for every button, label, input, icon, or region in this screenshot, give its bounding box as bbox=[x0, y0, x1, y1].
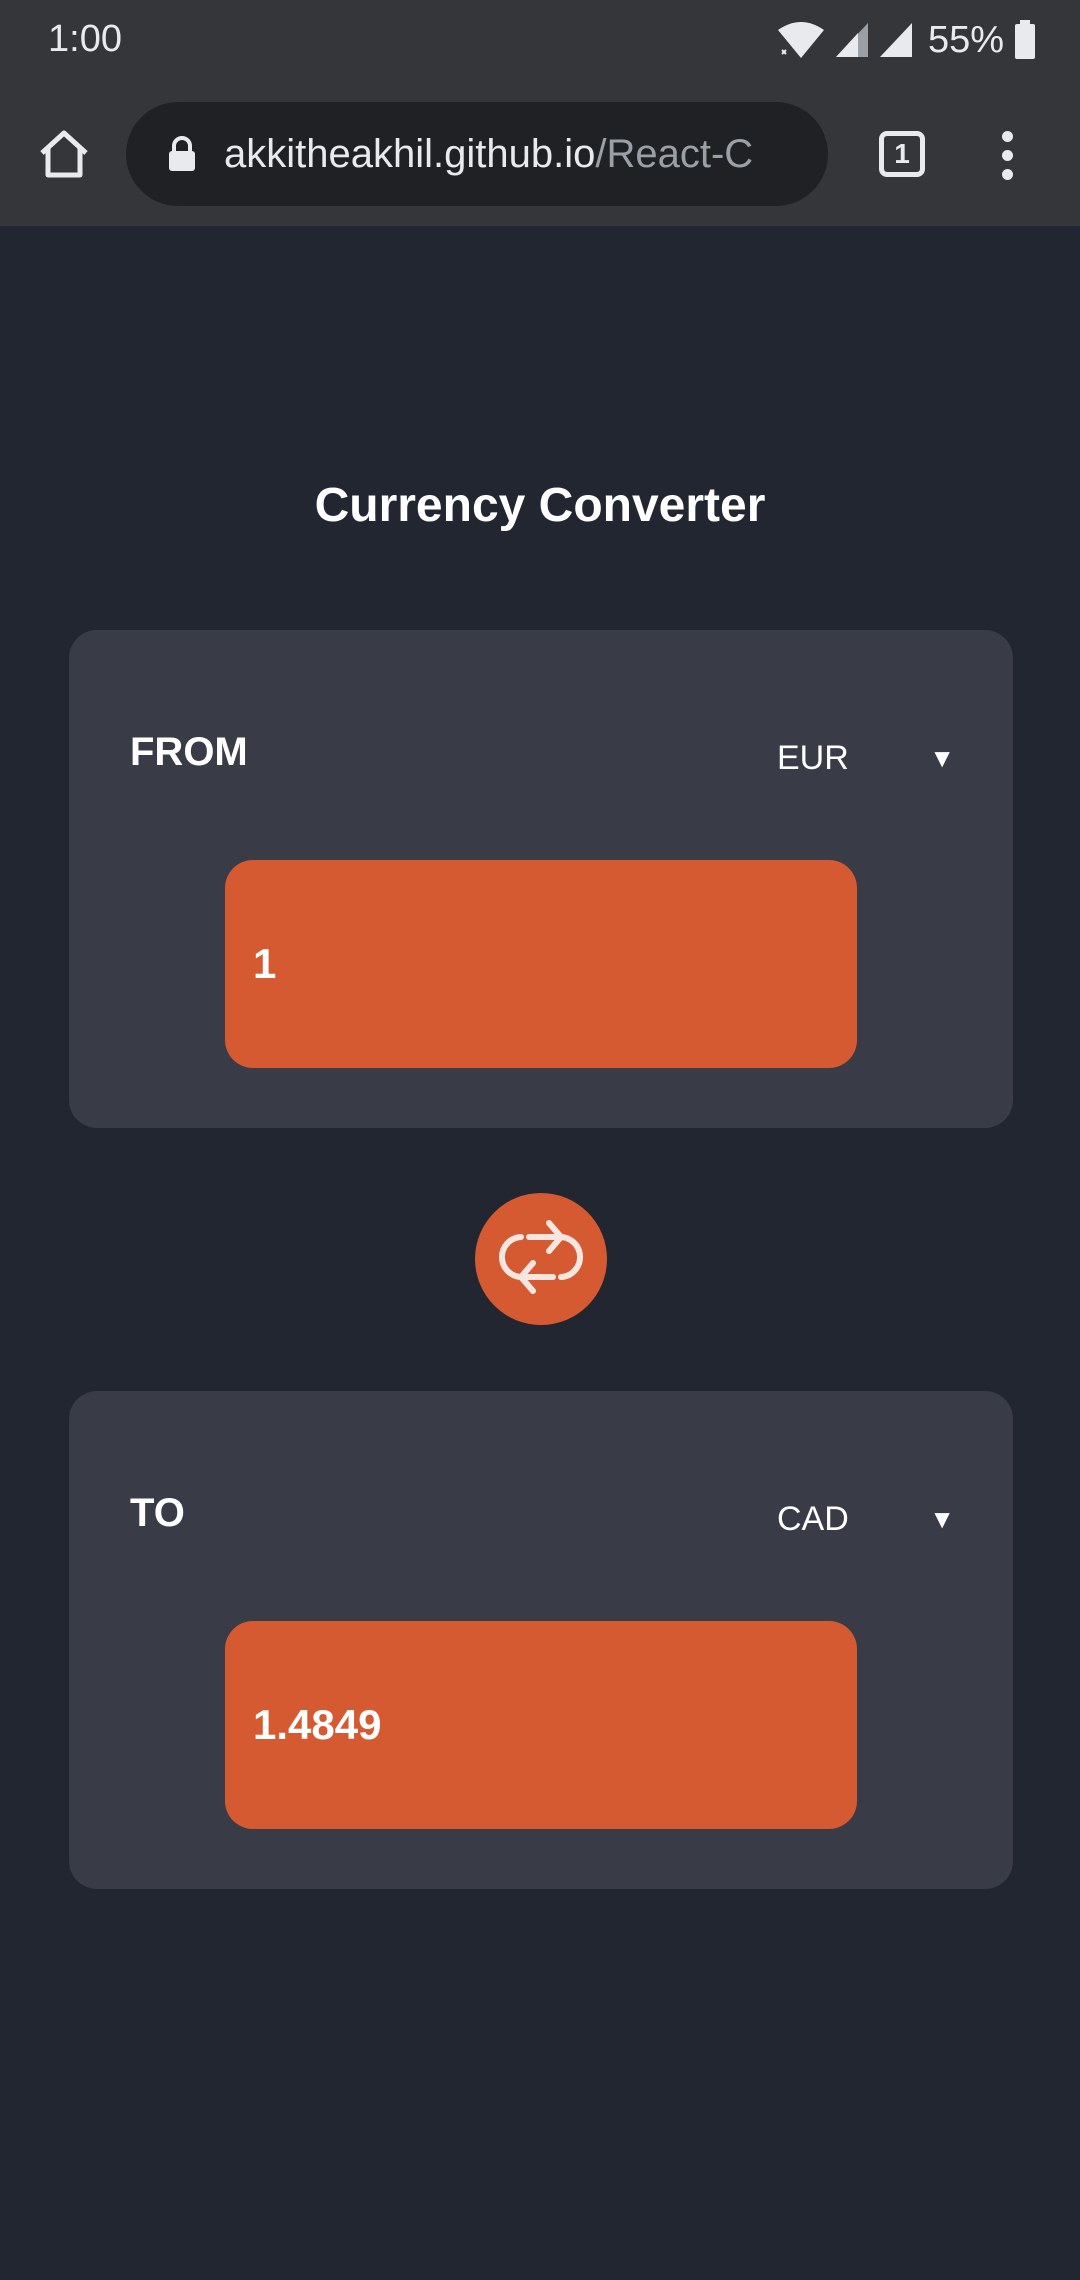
battery-icon bbox=[1014, 20, 1036, 60]
battery-percent: 55% bbox=[927, 18, 1004, 61]
signal-icon bbox=[878, 21, 914, 59]
lock-icon bbox=[162, 134, 202, 174]
wifi-icon bbox=[776, 20, 826, 60]
status-bar: 1:00 55% bbox=[0, 0, 1080, 80]
to-card: TO CAD ▼ 1.4849 bbox=[69, 1391, 1013, 1889]
to-currency-select[interactable]: CAD ▼ bbox=[777, 1491, 957, 1547]
signal-icon bbox=[834, 21, 870, 59]
home-icon[interactable] bbox=[30, 120, 98, 188]
dropdown-arrow-icon: ▼ bbox=[929, 1503, 955, 1534]
from-currency-value: EUR bbox=[777, 738, 849, 777]
from-amount-input[interactable]: 1 bbox=[225, 860, 857, 1068]
tab-count: 1 bbox=[879, 131, 925, 177]
to-label: TO bbox=[130, 1491, 185, 1535]
browser-toolbar: akkitheakhil.github.io/React-C 1 bbox=[0, 80, 1080, 226]
from-amount-value: 1 bbox=[253, 940, 277, 987]
swap-button[interactable] bbox=[475, 1193, 607, 1325]
to-amount-value: 1.4849 bbox=[253, 1701, 382, 1748]
url-text: akkitheakhil.github.io/React-C bbox=[224, 132, 753, 177]
swap-icon bbox=[491, 1211, 591, 1308]
url-bar[interactable]: akkitheakhil.github.io/React-C bbox=[126, 102, 828, 206]
from-card: FROM EUR ▼ 1 bbox=[69, 630, 1013, 1128]
to-amount-input[interactable]: 1.4849 bbox=[225, 1621, 857, 1829]
status-icons: 55% bbox=[776, 18, 1036, 62]
dropdown-arrow-icon: ▼ bbox=[929, 742, 955, 773]
to-currency-value: CAD bbox=[777, 1499, 849, 1538]
from-currency-select[interactable]: EUR ▼ bbox=[777, 730, 957, 786]
url-domain: akkitheakhil.github.io bbox=[224, 131, 596, 176]
url-path: /React-C bbox=[595, 131, 754, 176]
more-vert-icon[interactable] bbox=[982, 120, 1032, 190]
tabs-icon[interactable]: 1 bbox=[872, 124, 932, 184]
from-label: FROM bbox=[130, 730, 248, 774]
status-time: 1:00 bbox=[48, 18, 122, 60]
page-title: Currency Converter bbox=[314, 479, 766, 532]
